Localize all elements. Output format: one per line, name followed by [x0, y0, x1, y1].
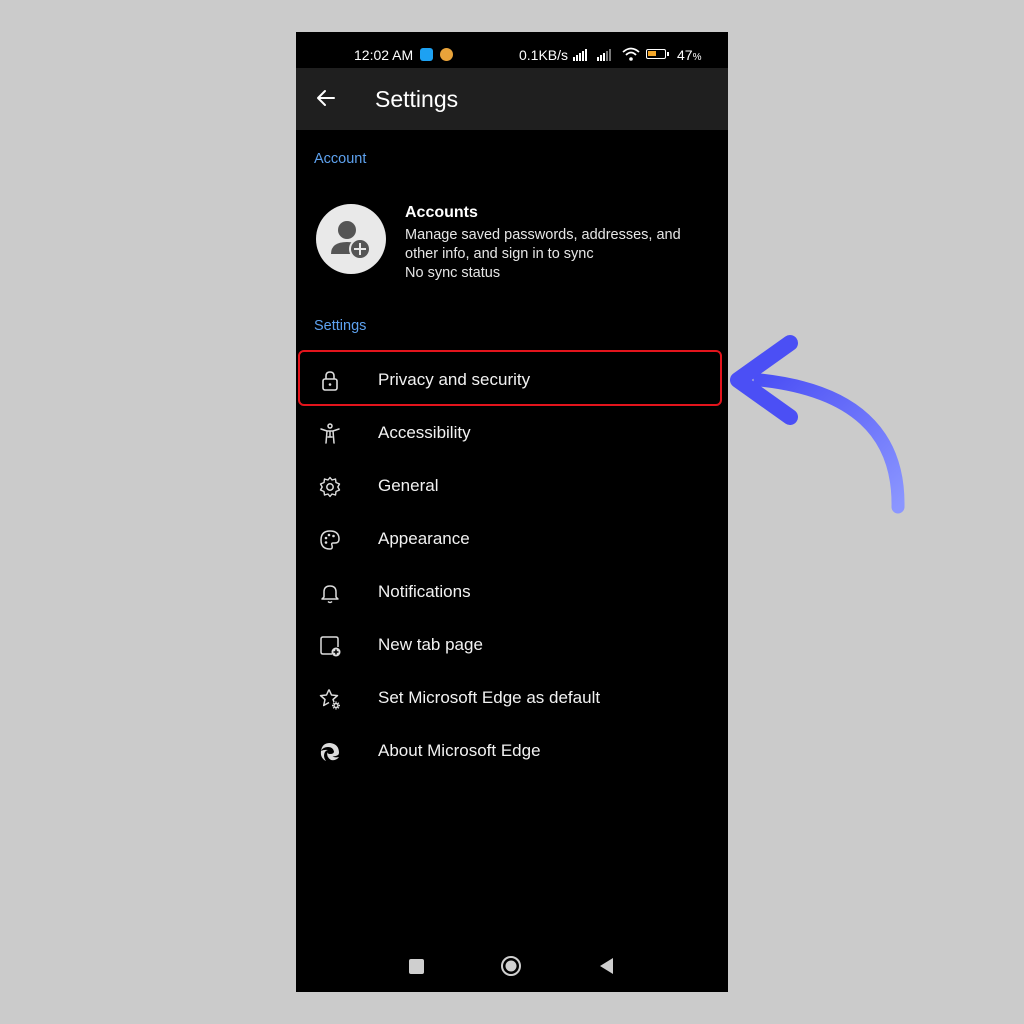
signal-2-icon	[597, 49, 611, 61]
phone-screen: 12:02 AM 0.1KB/s 47% Settings Account Ac…	[296, 32, 728, 992]
signal-1-icon	[573, 49, 587, 61]
settings-item-appearance[interactable]: Appearance	[296, 513, 728, 565]
arrow-left-icon[interactable]	[314, 86, 338, 110]
privacy-highlight-box	[298, 350, 722, 406]
back-button[interactable]	[597, 956, 615, 976]
settings-item-general[interactable]: General	[296, 460, 728, 512]
accessibility-icon	[320, 423, 340, 444]
app-bar: Settings	[296, 68, 728, 130]
new-tab-icon	[320, 636, 341, 657]
accounts-title: Accounts	[405, 204, 478, 221]
battery-icon	[646, 49, 669, 59]
wifi-icon	[622, 47, 640, 61]
home-button[interactable]	[500, 955, 522, 977]
recents-button[interactable]	[409, 959, 424, 974]
star-gear-icon	[319, 689, 340, 710]
app-notification-icon	[440, 48, 453, 61]
settings-item-label: General	[378, 476, 439, 495]
status-time: 12:02 AM	[354, 47, 414, 63]
settings-item-notifications[interactable]: Notifications	[296, 566, 728, 618]
page-title: Settings	[375, 86, 459, 112]
network-speed: 0.1KB/s	[519, 47, 569, 63]
settings-item-label: About Microsoft Edge	[378, 741, 541, 760]
avatar	[316, 204, 386, 274]
section-label-settings: Settings	[314, 318, 367, 334]
accounts-row[interactable]: Accounts Manage saved passwords, address…	[296, 194, 728, 294]
section-label-account: Account	[314, 151, 367, 167]
gear-icon	[319, 476, 341, 498]
settings-item-new-tab-page[interactable]: New tab page	[296, 619, 728, 671]
battery-percent: 47%	[677, 47, 702, 63]
settings-item-label: Notifications	[378, 582, 471, 601]
add-user-icon	[331, 221, 371, 260]
settings-item-about[interactable]: About Microsoft Edge	[296, 725, 728, 777]
sync-status: No sync status	[405, 265, 501, 281]
status-bar: 12:02 AM 0.1KB/s 47%	[296, 32, 728, 68]
accounts-description: Manage saved passwords, addresses, and o…	[405, 227, 681, 262]
annotation-arrow	[730, 335, 905, 514]
settings-item-label: Set Microsoft Edge as default	[378, 688, 601, 707]
twitter-notification-icon	[420, 48, 433, 61]
system-nav-bar	[296, 942, 728, 992]
settings-item-label: Accessibility	[378, 423, 471, 442]
settings-item-label: Appearance	[378, 529, 470, 548]
settings-item-accessibility[interactable]: Accessibility	[296, 407, 728, 459]
bell-icon	[321, 585, 339, 604]
settings-item-label: New tab page	[378, 635, 483, 654]
palette-icon	[320, 530, 340, 550]
settings-item-set-default[interactable]: Set Microsoft Edge as default	[296, 672, 728, 724]
edge-logo-icon	[320, 743, 339, 761]
